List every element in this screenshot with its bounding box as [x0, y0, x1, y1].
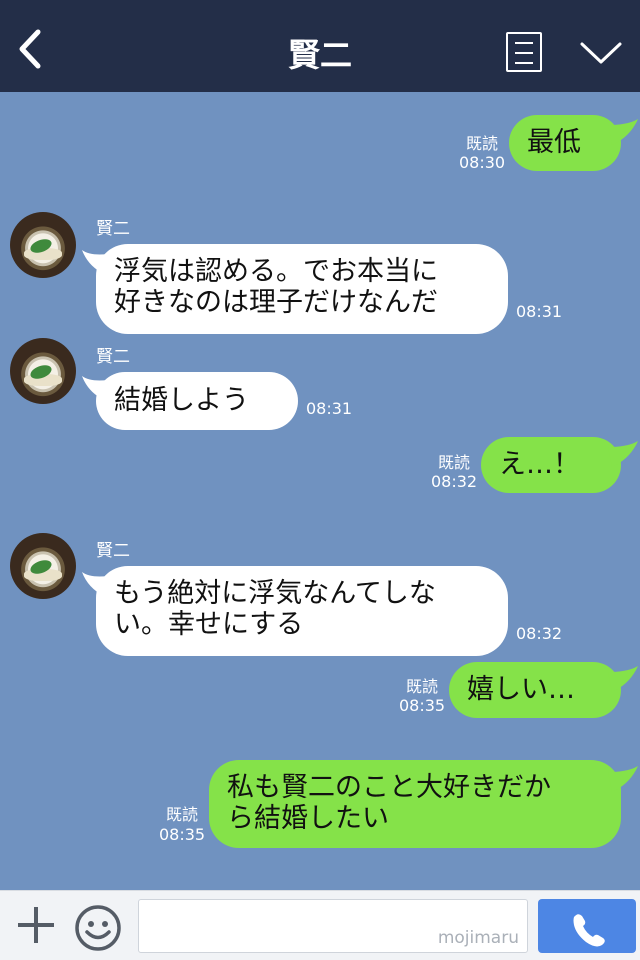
bubble-tail — [608, 119, 638, 145]
read-receipt: 既読 — [437, 453, 470, 472]
avatar[interactable] — [10, 212, 76, 278]
phone-icon — [573, 914, 605, 947]
bubble-tail — [608, 666, 638, 692]
avatar[interactable] — [10, 533, 76, 599]
bubble-tail — [608, 441, 638, 467]
message-time: 08:35 — [399, 696, 446, 715]
message-bubble-outgoing: 私も賢二のこと大好きだか ら結婚したい — [209, 760, 621, 848]
message-text: 結婚しよう — [114, 385, 249, 416]
message-text: 最低 — [527, 127, 581, 158]
bubble-tail — [608, 766, 638, 792]
message-time: 08:31 — [306, 399, 353, 418]
message-list[interactable]: 既読 08:30 最低 賢二 浮気は認める。でお本当に 好きなのは理子だけなんだ… — [0, 92, 640, 890]
message-time: 08:35 — [159, 825, 206, 844]
message-text-line: 好きなのは理子だけなんだ — [114, 287, 438, 318]
message-time: 08:32 — [431, 472, 478, 491]
plus-icon[interactable] — [14, 903, 58, 947]
read-receipt: 既読 — [405, 677, 438, 696]
message-bubble-incoming: 結婚しよう — [96, 372, 298, 430]
watermark: mojimaru — [437, 928, 519, 948]
message-time: 08:31 — [516, 302, 563, 321]
read-receipt: 既読 — [465, 134, 498, 153]
chevron-down-icon[interactable] — [578, 38, 624, 68]
message-time: 08:30 — [459, 153, 506, 172]
list-icon[interactable] — [506, 32, 542, 72]
read-receipt: 既読 — [165, 805, 198, 824]
smiley-icon[interactable] — [72, 903, 124, 953]
sender-name: 賢二 — [96, 347, 130, 367]
message-input[interactable]: mojimaru — [138, 899, 528, 953]
chat-title: 賢二 — [287, 36, 352, 74]
message-bubble-incoming: もう絶対に浮気なんてしな い。幸せにする — [96, 566, 508, 656]
message-text-line: ら結婚したい — [227, 803, 389, 834]
message-text: 嬉しい… — [467, 674, 575, 705]
message-text-line: 浮気は認める。でお本当に — [114, 256, 438, 287]
message-time: 08:32 — [516, 624, 563, 643]
chat-header: 賢二 — [0, 0, 640, 92]
sender-name: 賢二 — [96, 219, 130, 239]
message-text: え…！ — [499, 449, 580, 480]
message-text-line: もう絶対に浮気なんてしな — [114, 578, 436, 609]
sender-name: 賢二 — [96, 541, 130, 561]
input-bar: mojimaru — [0, 890, 640, 960]
message-bubble-outgoing: 最低 — [509, 115, 621, 171]
avatar[interactable] — [10, 338, 76, 404]
message-text-line: 私も賢二のこと大好きだか — [227, 772, 551, 803]
message-bubble-incoming: 浮気は認める。でお本当に 好きなのは理子だけなんだ — [96, 244, 508, 334]
call-button[interactable] — [538, 899, 636, 953]
message-bubble-outgoing: え…！ — [481, 437, 621, 493]
message-text-line: い。幸せにする — [114, 609, 304, 640]
message-bubble-outgoing: 嬉しい… — [449, 662, 621, 718]
